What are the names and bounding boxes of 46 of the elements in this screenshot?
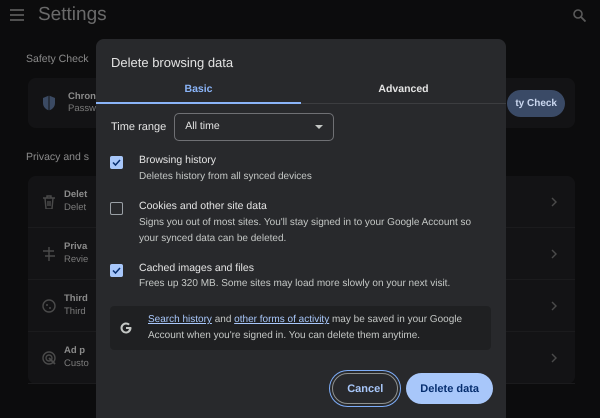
checkbox[interactable] <box>110 156 123 169</box>
target-cursor-icon <box>42 350 56 364</box>
chevron-right-icon[interactable] <box>551 300 557 310</box>
cookie-icon <box>42 298 56 312</box>
dialog-title: Delete browsing data <box>110 54 234 72</box>
option-title: Cached images and files <box>139 260 255 276</box>
section-heading: Safety Check <box>26 52 88 67</box>
caret-down-icon <box>315 125 324 129</box>
trash-icon <box>42 194 56 208</box>
shield-icon <box>42 95 56 111</box>
chevron-right-icon[interactable] <box>551 248 557 258</box>
chevron-right-icon[interactable] <box>551 352 557 362</box>
page-title: Settings <box>38 2 107 27</box>
field-label: Time range <box>111 120 166 135</box>
option-description: Signs you out of most sites. You'll stay signed in to your Google Account so your synced data can be deleted. <box>139 216 472 246</box>
tab[interactable]: Basic <box>96 77 301 104</box>
cancel-button[interactable]: Cancel <box>332 373 398 404</box>
time-range-dropdown[interactable]: All time <box>174 113 334 141</box>
item-title: Ad p <box>64 345 86 358</box>
section-heading: Privacy and s <box>26 150 90 165</box>
option-title: Browsing history <box>139 153 218 168</box>
link[interactable]: Search history <box>148 314 212 326</box>
tab[interactable]: Advanced <box>301 77 506 104</box>
safety-check-button[interactable]: ty Check <box>507 90 565 116</box>
item-subtitle: Delet <box>64 202 88 214</box>
item-title: Third <box>64 293 88 306</box>
item-subtitle: Third <box>64 306 87 318</box>
item-subtitle: Passw <box>68 103 96 116</box>
item-title: Delet <box>64 189 88 202</box>
item-subtitle: Custo <box>64 358 89 370</box>
item-title: Priva <box>64 241 88 254</box>
item-title: Chron <box>68 90 96 103</box>
notice-text: Search history and other forms of activity may be saved in your Google Account when you're signed in. You can delete them anytime. <box>148 313 464 344</box>
search-icon[interactable] <box>573 8 586 22</box>
option-description: Deletes history from all synced devices <box>139 170 312 184</box>
sliders-icon <box>42 246 56 260</box>
chevron-right-icon[interactable] <box>551 196 557 206</box>
menu-icon[interactable] <box>10 9 24 21</box>
delete-button[interactable]: Delete data <box>406 373 493 404</box>
checkbox[interactable] <box>110 264 123 276</box>
item-subtitle: Revie <box>64 254 88 266</box>
link[interactable]: other forms of activity <box>234 314 330 326</box>
checkbox[interactable] <box>110 202 123 215</box>
option-title: Cookies and other site data <box>139 198 268 214</box>
option-description: Frees up 320 MB. Some sites may load more slowly on your next visit. <box>139 277 450 292</box>
g-logo-icon <box>120 322 132 334</box>
